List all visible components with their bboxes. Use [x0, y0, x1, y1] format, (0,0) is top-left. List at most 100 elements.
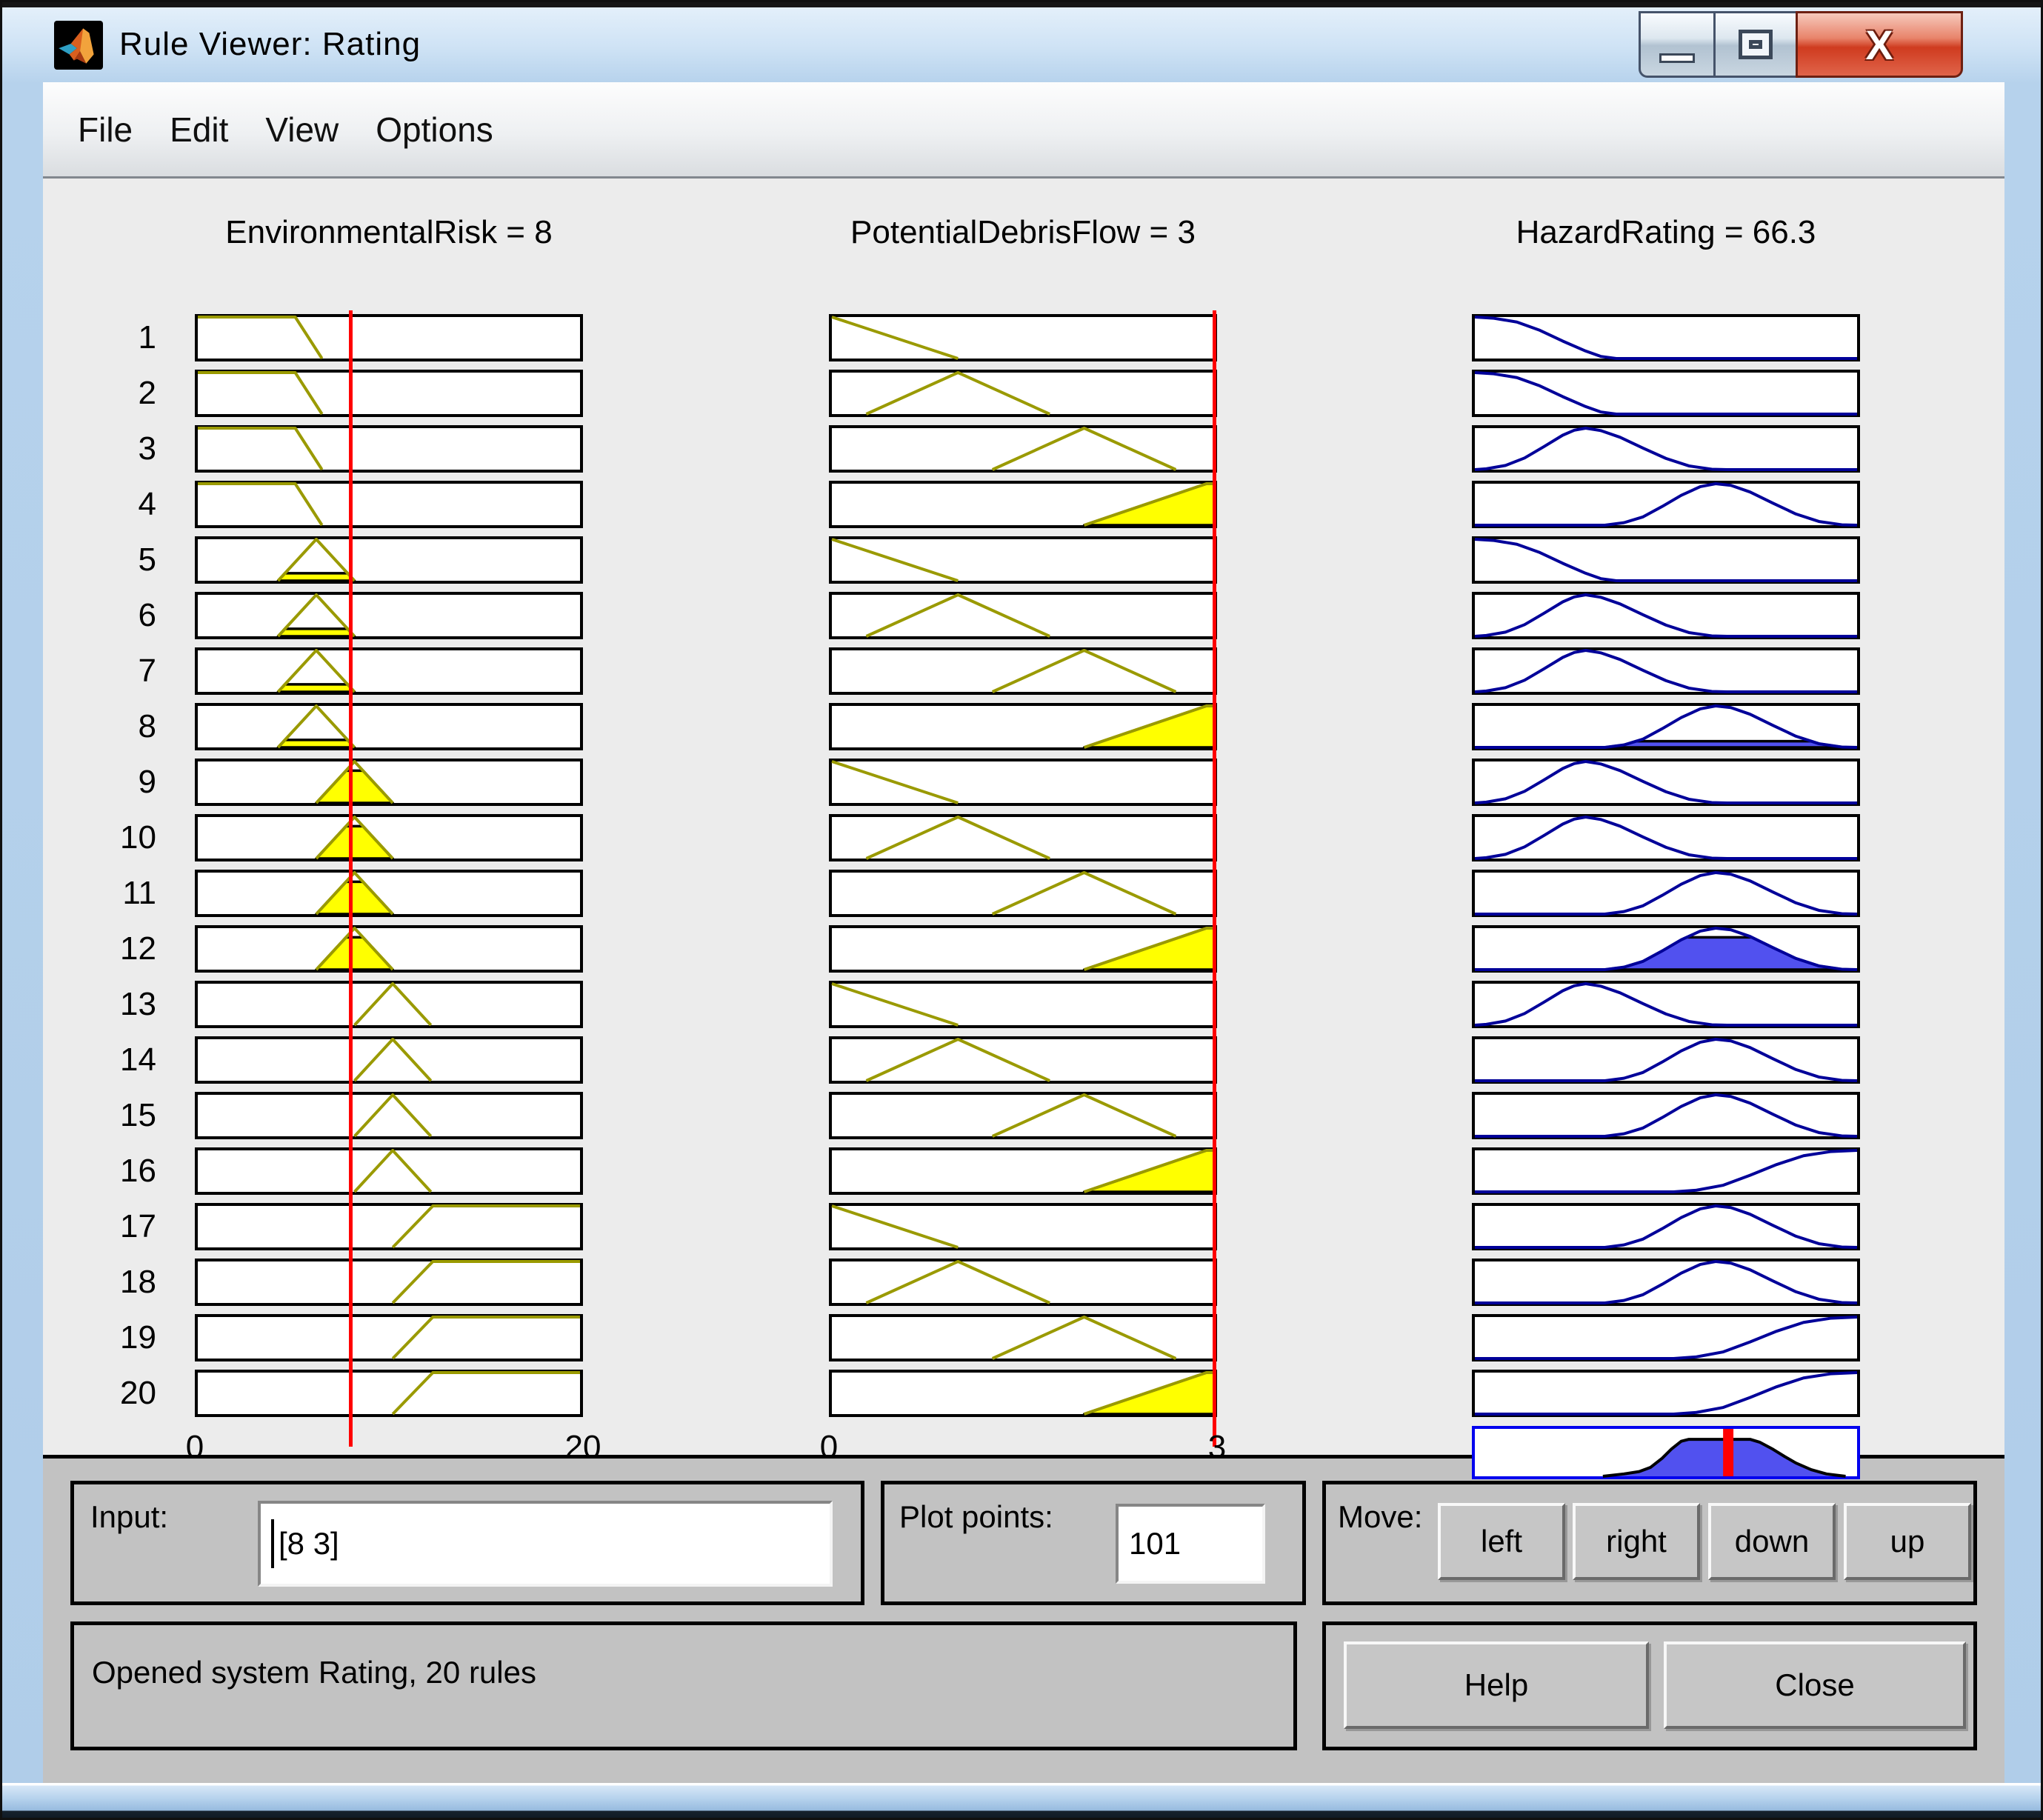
rule-18-pdf-plot — [829, 1259, 1217, 1306]
move-label: Move: — [1338, 1499, 1422, 1535]
rule-20-er-plot — [195, 1370, 583, 1417]
rule-10-out-plot — [1472, 814, 1860, 861]
rule-number-16[interactable]: 16 — [45, 1150, 156, 1192]
rule-number-12[interactable]: 12 — [45, 928, 156, 970]
rule-11-pdf-plot — [829, 870, 1217, 917]
matlab-icon — [54, 21, 103, 70]
plot-points-value: 101 — [1129, 1526, 1181, 1561]
rule-2-pdf-plot — [829, 370, 1217, 417]
menu-bar: FileEditViewOptions — [43, 82, 2004, 179]
rule-8-out-plot — [1472, 703, 1860, 750]
rule-17-pdf-plot — [829, 1203, 1217, 1250]
rule-1-out-plot — [1472, 314, 1860, 361]
rule-4-out-plot — [1472, 481, 1860, 528]
rule-number-20[interactable]: 20 — [45, 1373, 156, 1414]
rule-6-pdf-plot — [829, 592, 1217, 639]
move-right-button[interactable]: right — [1573, 1503, 1700, 1580]
rule-15-out-plot — [1472, 1092, 1860, 1139]
rule-5-out-plot — [1472, 536, 1860, 584]
rule-number-15[interactable]: 15 — [45, 1095, 156, 1136]
move-down-button[interactable]: down — [1708, 1503, 1836, 1580]
minimize-icon — [1659, 53, 1695, 63]
menu-options[interactable]: Options — [357, 82, 512, 176]
rule-17-out-plot — [1472, 1203, 1860, 1250]
rule-9-pdf-plot — [829, 759, 1217, 806]
menu-file[interactable]: File — [59, 82, 151, 176]
close-button[interactable]: Close — [1664, 1641, 1966, 1729]
rule-9-out-plot — [1472, 759, 1860, 806]
axis-max-pdf: 3 — [1165, 1427, 1269, 1467]
axis-max-er: 20 — [531, 1427, 635, 1467]
rule-12-er-plot — [195, 925, 583, 973]
rule-2-er-plot — [195, 370, 583, 417]
rule-14-pdf-plot — [829, 1036, 1217, 1084]
rule-20-pdf-plot — [829, 1370, 1217, 1417]
rule-6-out-plot — [1472, 592, 1860, 639]
menu-view[interactable]: View — [247, 82, 357, 176]
input-line-er[interactable] — [349, 310, 353, 1447]
menu-edit[interactable]: Edit — [151, 82, 247, 176]
move-group: Move: leftrightdownup — [1322, 1481, 1977, 1605]
text-caret — [271, 1519, 274, 1568]
rule-number-18[interactable]: 18 — [45, 1261, 156, 1303]
rule-3-pdf-plot — [829, 425, 1217, 473]
rule-number-9[interactable]: 9 — [45, 761, 156, 803]
rule-6-er-plot — [195, 592, 583, 639]
rule-7-out-plot — [1472, 647, 1860, 695]
rule-number-7[interactable]: 7 — [45, 650, 156, 692]
rule-viewer-window: Rule Viewer: Rating X FileEditViewOption… — [0, 0, 2043, 1820]
plot-points-group: Plot points: 101 — [881, 1481, 1306, 1605]
rule-number-8[interactable]: 8 — [45, 706, 156, 747]
close-window-button[interactable]: X — [1796, 11, 1963, 78]
input-label: Input: — [90, 1499, 168, 1535]
column-header-out: HazardRating = 66.3 — [1370, 213, 1962, 253]
axis-min-er: 0 — [143, 1427, 247, 1467]
rule-number-1[interactable]: 1 — [45, 317, 156, 359]
rule-1-pdf-plot — [829, 314, 1217, 361]
window-title: Rule Viewer: Rating — [119, 7, 421, 81]
minimize-button[interactable] — [1639, 11, 1716, 78]
rule-number-11[interactable]: 11 — [45, 873, 156, 914]
move-up-button[interactable]: up — [1844, 1503, 1971, 1580]
input-value: [8 3] — [279, 1526, 339, 1561]
rule-number-4[interactable]: 4 — [45, 484, 156, 525]
rule-10-pdf-plot — [829, 814, 1217, 861]
rule-number-3[interactable]: 3 — [45, 428, 156, 470]
rule-number-6[interactable]: 6 — [45, 595, 156, 636]
rule-11-er-plot — [195, 870, 583, 917]
rule-3-er-plot — [195, 425, 583, 473]
rule-number-13[interactable]: 13 — [45, 984, 156, 1025]
rule-16-pdf-plot — [829, 1147, 1217, 1195]
aggregate-output-plot — [1472, 1426, 1860, 1479]
rule-15-pdf-plot — [829, 1092, 1217, 1139]
input-field[interactable]: [8 3] — [258, 1501, 833, 1587]
plot-points-field[interactable]: 101 — [1116, 1504, 1265, 1584]
rule-number-10[interactable]: 10 — [45, 817, 156, 859]
rule-13-out-plot — [1472, 981, 1860, 1028]
rule-7-er-plot — [195, 647, 583, 695]
rule-3-out-plot — [1472, 425, 1860, 473]
help-button[interactable]: Help — [1344, 1641, 1649, 1729]
rule-2-out-plot — [1472, 370, 1860, 417]
move-left-button[interactable]: left — [1438, 1503, 1565, 1580]
input-group: Input: [8 3] — [70, 1481, 864, 1605]
plot-points-label: Plot points: — [899, 1499, 1053, 1535]
rule-17-er-plot — [195, 1203, 583, 1250]
rule-number-17[interactable]: 17 — [45, 1206, 156, 1247]
rule-number-14[interactable]: 14 — [45, 1039, 156, 1081]
rule-number-19[interactable]: 19 — [45, 1317, 156, 1359]
rule-4-pdf-plot — [829, 481, 1217, 528]
rule-number-2[interactable]: 2 — [45, 373, 156, 414]
rule-14-er-plot — [195, 1036, 583, 1084]
rule-19-out-plot — [1472, 1314, 1860, 1361]
input-line-pdf[interactable] — [1213, 310, 1216, 1447]
status-text: Opened system Rating, 20 rules — [92, 1655, 536, 1690]
column-header-pdf: PotentialDebrisFlow = 3 — [727, 213, 1319, 253]
rule-4-er-plot — [195, 481, 583, 528]
rule-20-out-plot — [1472, 1370, 1860, 1417]
maximize-button[interactable] — [1713, 11, 1798, 78]
column-header-er: EnvironmentalRisk = 8 — [93, 213, 685, 253]
rule-number-5[interactable]: 5 — [45, 539, 156, 581]
rule-13-er-plot — [195, 981, 583, 1028]
actions-group: Help Close — [1322, 1621, 1977, 1750]
